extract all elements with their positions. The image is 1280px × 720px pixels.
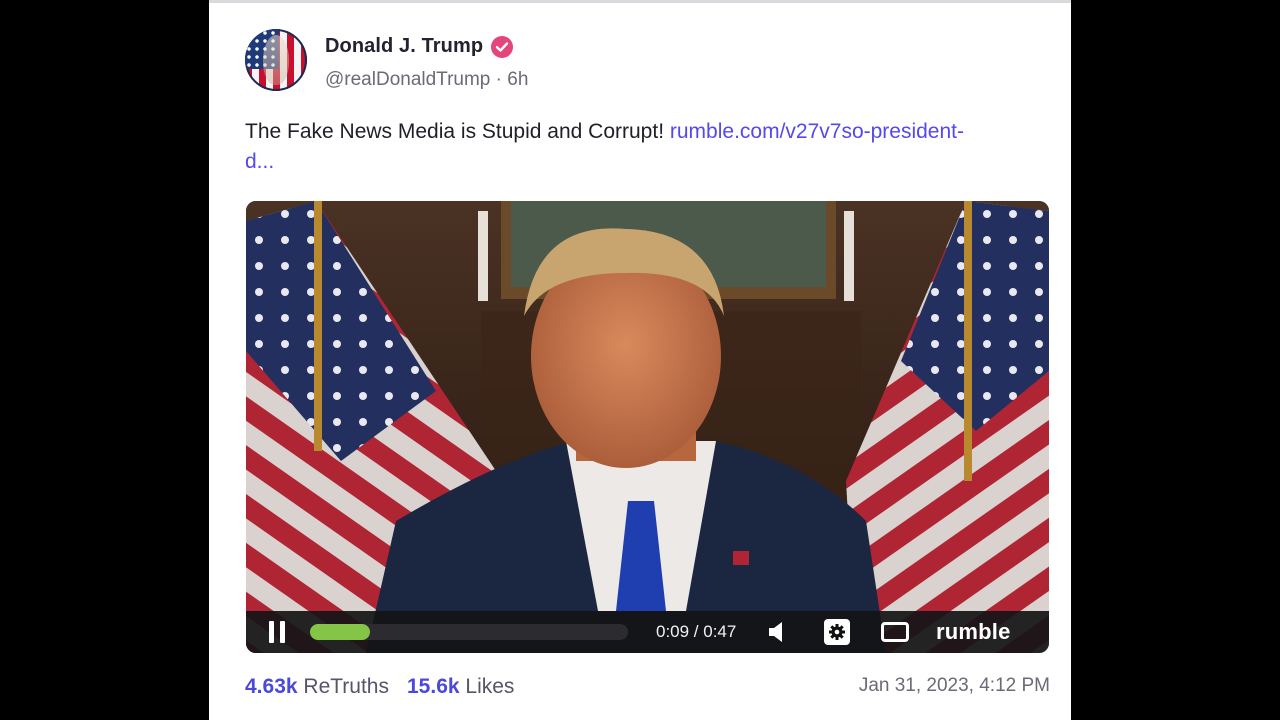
video-frame [246, 201, 1049, 653]
time-display: 0:09 / 0:47 [656, 622, 737, 641]
author-name[interactable]: Donald J. Trump [325, 35, 483, 58]
post-stats: 4.63k ReTruths 15.6k Likes [245, 675, 514, 699]
post-text: The Fake News Media is Stupid and Corrup… [245, 120, 670, 143]
rumble-logo[interactable]: rumble [936, 611, 1011, 653]
video-player[interactable]: 0:09 / 0:47 rumble [246, 201, 1049, 653]
author-handle[interactable]: @realDonaldTrump [325, 69, 490, 90]
progress-fill [310, 624, 371, 640]
post-header: Donald J. Trump @realDonaldTrump · 6h [245, 29, 1005, 93]
retruths-stat[interactable]: 4.63k ReTruths [245, 675, 389, 699]
likes-count: 15.6k [407, 675, 460, 698]
retruths-label: ReTruths [303, 675, 389, 698]
fullscreen-icon[interactable] [878, 611, 912, 653]
video-controls: 0:09 / 0:47 rumble [246, 611, 1049, 653]
verified-check-icon [491, 35, 514, 58]
post-body: The Fake News Media is Stupid and Corrup… [245, 117, 975, 177]
post-card: Donald J. Trump @realDonaldTrump · 6h Th… [209, 0, 1071, 720]
avatar[interactable] [245, 29, 307, 91]
likes-stat[interactable]: 15.6k Likes [407, 675, 514, 699]
pause-icon[interactable] [262, 611, 292, 653]
author-meta: @realDonaldTrump · 6h [325, 69, 528, 91]
likes-label: Likes [465, 675, 515, 698]
gear-icon[interactable] [822, 611, 852, 653]
post-date[interactable]: Jan 31, 2023, 4:12 PM [859, 675, 1050, 697]
retruths-count: 4.63k [245, 675, 298, 698]
meta-separator: · [495, 69, 502, 90]
volume-icon[interactable] [764, 611, 792, 653]
avatar-face [263, 35, 289, 85]
progress-bar[interactable] [310, 624, 628, 640]
author-row: Donald J. Trump [325, 35, 514, 58]
post-age[interactable]: 6h [507, 69, 528, 90]
